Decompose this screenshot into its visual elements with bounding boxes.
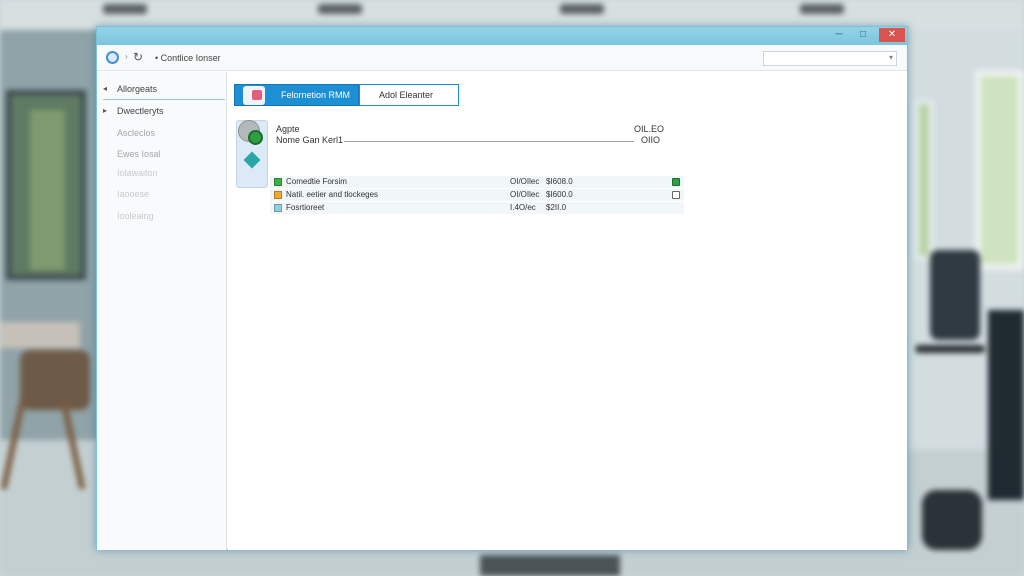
row-name: Natil. eetier and tlockeges bbox=[286, 190, 379, 199]
chevron-right-icon: ▸ bbox=[103, 106, 108, 115]
header-label: Agpte bbox=[276, 124, 300, 134]
color-swatch-icon bbox=[274, 204, 282, 212]
sidebar-item-dwectleryts[interactable]: ▸ Dwectleryts bbox=[103, 102, 225, 122]
chevron-down-icon[interactable]: ▾ bbox=[889, 53, 893, 62]
close-button[interactable]: ✕ bbox=[879, 28, 905, 42]
refresh-icon[interactable]: ↻ bbox=[133, 50, 143, 64]
row-amount: $I600.0 bbox=[546, 190, 573, 199]
name-label: Nome Gan Kerl1 bbox=[276, 135, 344, 145]
minimize-button[interactable]: ─ bbox=[829, 28, 849, 42]
separator-dot: › bbox=[125, 52, 128, 61]
tab-label: Felornetion RMM bbox=[281, 90, 351, 100]
search-input[interactable]: ▾ bbox=[763, 51, 897, 66]
address-path[interactable]: • Contlice Ionser bbox=[155, 53, 221, 63]
main-content: Felornetion RMM Adol Eleanter Agpte OIL.… bbox=[228, 72, 907, 550]
monitor-stand bbox=[480, 555, 620, 576]
sidebar-item-iaooese[interactable]: Iaooese bbox=[103, 185, 225, 205]
right-window bbox=[915, 100, 933, 260]
sidebar-item-label: Allorgeats bbox=[117, 84, 158, 94]
app-icon bbox=[243, 86, 265, 105]
table-row[interactable]: Comedtie Forsim OI/OIlec $I608.0 bbox=[270, 176, 684, 188]
sidebar-item-label: Iolawaiton bbox=[117, 168, 158, 178]
sidebar-item-label: Iaooese bbox=[117, 189, 150, 199]
chair bbox=[20, 350, 90, 410]
name-field-line[interactable] bbox=[344, 141, 634, 142]
sidebar-item-iooleaing[interactable]: Iooleaing bbox=[103, 207, 225, 227]
chevron-down-icon: ◂ bbox=[103, 84, 108, 93]
table bbox=[0, 322, 80, 348]
sidebar: ◂ Allorgeats ▸ Dwectleryts Ascleclos Ewe… bbox=[97, 72, 227, 550]
row-amount: $2II.0 bbox=[546, 203, 567, 212]
right-window bbox=[975, 70, 1024, 270]
row-amount: $I608.0 bbox=[546, 177, 573, 186]
color-swatch-icon bbox=[274, 178, 282, 186]
sidebar-item-iolawaiton[interactable]: Iolawaiton bbox=[103, 164, 225, 184]
row-rate: OI/OIlec bbox=[510, 190, 540, 199]
left-window-plant bbox=[30, 110, 65, 270]
app-window: ─ □ ✕ › ↻ • Contlice Ionser ▾ ◂ Allorgea… bbox=[96, 26, 908, 550]
name-value: OIIO bbox=[641, 135, 661, 145]
title-bar[interactable]: ─ □ ✕ bbox=[97, 27, 907, 45]
sidebar-item-label: Iooleaing bbox=[117, 211, 154, 221]
row-rate: OI/OIlec bbox=[510, 177, 540, 186]
row-name: Fosrtioreet bbox=[286, 203, 325, 212]
row-name: Comedtie Forsim bbox=[286, 177, 347, 186]
sidebar-item-label: Dwectleryts bbox=[117, 106, 164, 116]
tab-felornetion-rmm[interactable]: Felornetion RMM bbox=[234, 84, 359, 106]
ceiling-light bbox=[560, 4, 604, 14]
row-checkbox[interactable] bbox=[672, 178, 680, 186]
user-avatar-icon[interactable] bbox=[238, 120, 263, 145]
table-row[interactable]: Natil. eetier and tlockeges OI/OIlec $I6… bbox=[270, 189, 684, 201]
color-swatch-icon bbox=[274, 191, 282, 199]
row-checkbox[interactable] bbox=[672, 191, 680, 199]
sidebar-item-label: Ewes Iosal bbox=[117, 149, 161, 159]
tab-label: Adol Eleanter bbox=[379, 90, 434, 100]
address-bar: › ↻ • Contlice Ionser ▾ bbox=[97, 45, 907, 71]
ceiling-light bbox=[103, 4, 147, 14]
ceiling-light bbox=[318, 4, 362, 14]
row-rate: I.4O/ec bbox=[510, 203, 536, 212]
header-value: OIL.EO bbox=[634, 124, 665, 134]
cabinet bbox=[988, 310, 1024, 500]
table-row[interactable]: Fosrtioreet I.4O/ec $2II.0 bbox=[270, 202, 684, 214]
sidebar-item-allorgeats[interactable]: ◂ Allorgeats bbox=[103, 80, 225, 100]
tab-adol-eleanter[interactable]: Adol Eleanter bbox=[359, 84, 459, 106]
office-chair-base bbox=[915, 345, 985, 353]
ceiling-light bbox=[800, 4, 844, 14]
floor-object bbox=[922, 490, 982, 550]
back-arrow-icon[interactable] bbox=[106, 51, 119, 64]
sidebar-item-ascleclos[interactable]: Ascleclos bbox=[103, 124, 225, 144]
sidebar-item-label: Ascleclos bbox=[117, 128, 156, 138]
maximize-button[interactable]: □ bbox=[853, 28, 873, 42]
sidebar-item-ewes-iosal[interactable]: Ewes Iosal bbox=[103, 145, 225, 165]
office-chair bbox=[930, 250, 980, 340]
